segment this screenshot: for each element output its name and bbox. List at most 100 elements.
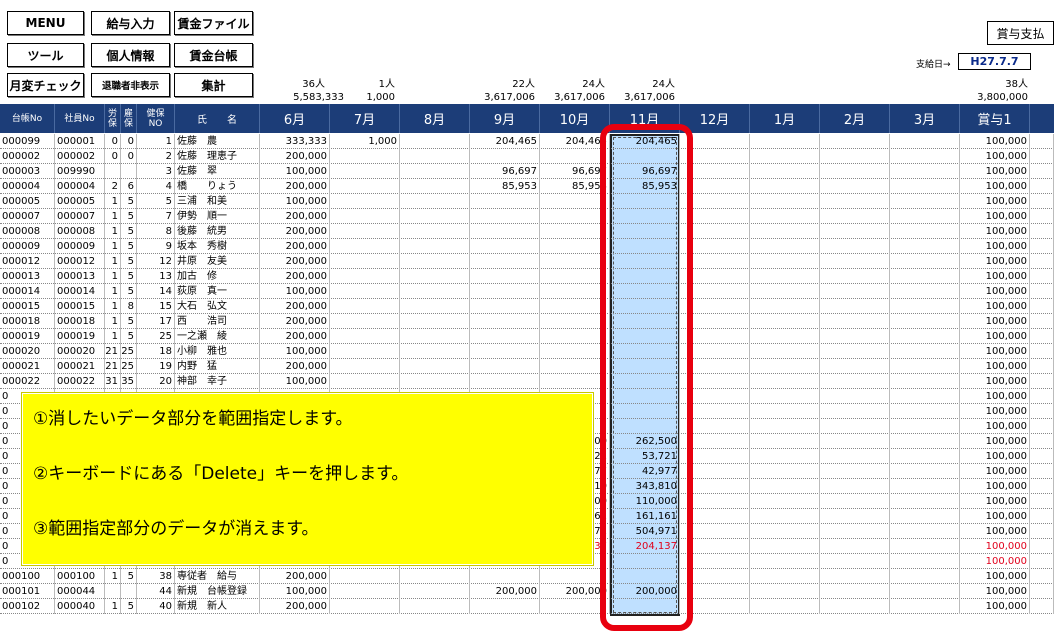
cell-jan[interactable] — [750, 269, 820, 284]
payday-value[interactable]: H27.7.7 — [958, 53, 1031, 70]
cell-ei[interactable]: 5 — [121, 284, 137, 299]
cell-sep[interactable] — [470, 269, 540, 284]
cell-jul[interactable] — [330, 164, 400, 179]
cell-jan[interactable] — [750, 389, 820, 404]
cell-feb[interactable] — [820, 284, 890, 299]
cell-lab[interactable]: 1 — [105, 224, 121, 239]
cell-name[interactable]: 大石 弘文 — [175, 299, 260, 314]
cell-ledger[interactable]: 000013 — [0, 269, 55, 284]
cell-mar[interactable] — [890, 239, 960, 254]
cell-jun[interactable]: 200,000 — [260, 329, 330, 344]
cell-jun[interactable]: 100,000 — [260, 164, 330, 179]
table-row[interactable]: 000101 000044 44 新規 台帳登録 100,000 200,000 200,0… — [0, 584, 1054, 599]
cell-jun[interactable]: 200,000 — [260, 359, 330, 374]
cell-sep[interactable] — [470, 374, 540, 389]
cell-jan[interactable] — [750, 464, 820, 479]
cell-b1[interactable]: 100,000 — [960, 149, 1030, 164]
cell-jul[interactable] — [330, 254, 400, 269]
cell-sep[interactable] — [470, 344, 540, 359]
cell-b1[interactable]: 100,000 — [960, 239, 1030, 254]
cell-name[interactable]: 後藤 統男 — [175, 224, 260, 239]
cell-jun[interactable]: 100,000 — [260, 284, 330, 299]
cell-lab[interactable] — [105, 164, 121, 179]
cell-jan[interactable] — [750, 584, 820, 599]
cell-extra[interactable] — [1030, 509, 1054, 524]
cell-lab[interactable]: 2 — [105, 179, 121, 194]
cell-jan[interactable] — [750, 239, 820, 254]
cell-jul[interactable] — [330, 374, 400, 389]
cell-jul[interactable] — [330, 599, 400, 614]
cell-jun[interactable]: 200,000 — [260, 599, 330, 614]
cell-mar[interactable] — [890, 539, 960, 554]
cell-ei[interactable]: 5 — [121, 194, 137, 209]
cell-aug[interactable] — [400, 584, 470, 599]
cell-hi[interactable]: 15 — [137, 299, 175, 314]
cell-hi[interactable]: 20 — [137, 374, 175, 389]
cell-sep[interactable] — [470, 314, 540, 329]
cell-lab[interactable]: 1 — [105, 209, 121, 224]
cell-emp[interactable]: 000005 — [55, 194, 105, 209]
cell-mar[interactable] — [890, 314, 960, 329]
cell-sep[interactable]: 96,697 — [470, 164, 540, 179]
cell-aug[interactable] — [400, 269, 470, 284]
cell-name[interactable]: 佐藤 農 — [175, 134, 260, 149]
cell-sep[interactable] — [470, 254, 540, 269]
cell-feb[interactable] — [820, 539, 890, 554]
cell-b1[interactable]: 100,000 — [960, 599, 1030, 614]
cell-jan[interactable] — [750, 314, 820, 329]
cell-b1[interactable]: 100,000 — [960, 344, 1030, 359]
cell-hi[interactable]: 2 — [137, 149, 175, 164]
cell-emp[interactable]: 000001 — [55, 134, 105, 149]
cell-feb[interactable] — [820, 419, 890, 434]
cell-jan[interactable] — [750, 554, 820, 569]
cell-feb[interactable] — [820, 509, 890, 524]
cell-sep[interactable] — [470, 209, 540, 224]
cell-emp[interactable]: 000044 — [55, 584, 105, 599]
cell-sep[interactable] — [470, 284, 540, 299]
cell-lab[interactable]: 1 — [105, 329, 121, 344]
cell-jul[interactable] — [330, 584, 400, 599]
cell-emp[interactable]: 000021 — [55, 359, 105, 374]
cell-ledger[interactable]: 000003 — [0, 164, 55, 179]
cell-lab[interactable]: 1 — [105, 599, 121, 614]
cell-ledger[interactable]: 000004 — [0, 179, 55, 194]
cell-ei[interactable]: 5 — [121, 269, 137, 284]
cell-ledger[interactable]: 000100 — [0, 569, 55, 584]
cell-hi[interactable]: 8 — [137, 224, 175, 239]
cell-extra[interactable] — [1030, 299, 1054, 314]
cell-emp[interactable]: 000002 — [55, 149, 105, 164]
cell-aug[interactable] — [400, 344, 470, 359]
hide-retired-button[interactable]: 退職者非表示 — [91, 73, 170, 97]
cell-extra[interactable] — [1030, 404, 1054, 419]
cell-ei[interactable]: 5 — [121, 329, 137, 344]
cell-jan[interactable] — [750, 509, 820, 524]
cell-feb[interactable] — [820, 134, 890, 149]
cell-sep[interactable] — [470, 569, 540, 584]
cell-lab[interactable]: 31 — [105, 374, 121, 389]
cell-jun[interactable]: 200,000 — [260, 254, 330, 269]
cell-feb[interactable] — [820, 164, 890, 179]
cell-name[interactable]: 坂本 秀樹 — [175, 239, 260, 254]
cell-emp[interactable]: 000013 — [55, 269, 105, 284]
cell-mar[interactable] — [890, 464, 960, 479]
cell-lab[interactable]: 0 — [105, 149, 121, 164]
cell-hi[interactable]: 7 — [137, 209, 175, 224]
cell-extra[interactable] — [1030, 599, 1054, 614]
cell-name[interactable]: 西 浩司 — [175, 314, 260, 329]
cell-ledger[interactable]: 000012 — [0, 254, 55, 269]
cell-mar[interactable] — [890, 494, 960, 509]
table-row[interactable]: 000007 000007 1 5 7 伊勢 順一 200,000 100,000 — [0, 209, 1054, 224]
cell-jan[interactable] — [750, 299, 820, 314]
cell-jul[interactable] — [330, 299, 400, 314]
cell-mar[interactable] — [890, 404, 960, 419]
table-row[interactable]: 000003 009990 3 佐藤 翠 100,000 96,697 96,697 96,6… — [0, 164, 1054, 179]
cell-name[interactable]: 内野 猛 — [175, 359, 260, 374]
cell-b1[interactable]: 100,000 — [960, 419, 1030, 434]
cell-ledger[interactable]: 000101 — [0, 584, 55, 599]
cell-jun[interactable]: 200,000 — [260, 299, 330, 314]
cell-jun[interactable]: 200,000 — [260, 239, 330, 254]
cell-jul[interactable] — [330, 194, 400, 209]
wage-file-button[interactable]: 賃金ファイル — [174, 11, 253, 35]
cell-jun[interactable]: 100,000 — [260, 344, 330, 359]
cell-jan[interactable] — [750, 179, 820, 194]
